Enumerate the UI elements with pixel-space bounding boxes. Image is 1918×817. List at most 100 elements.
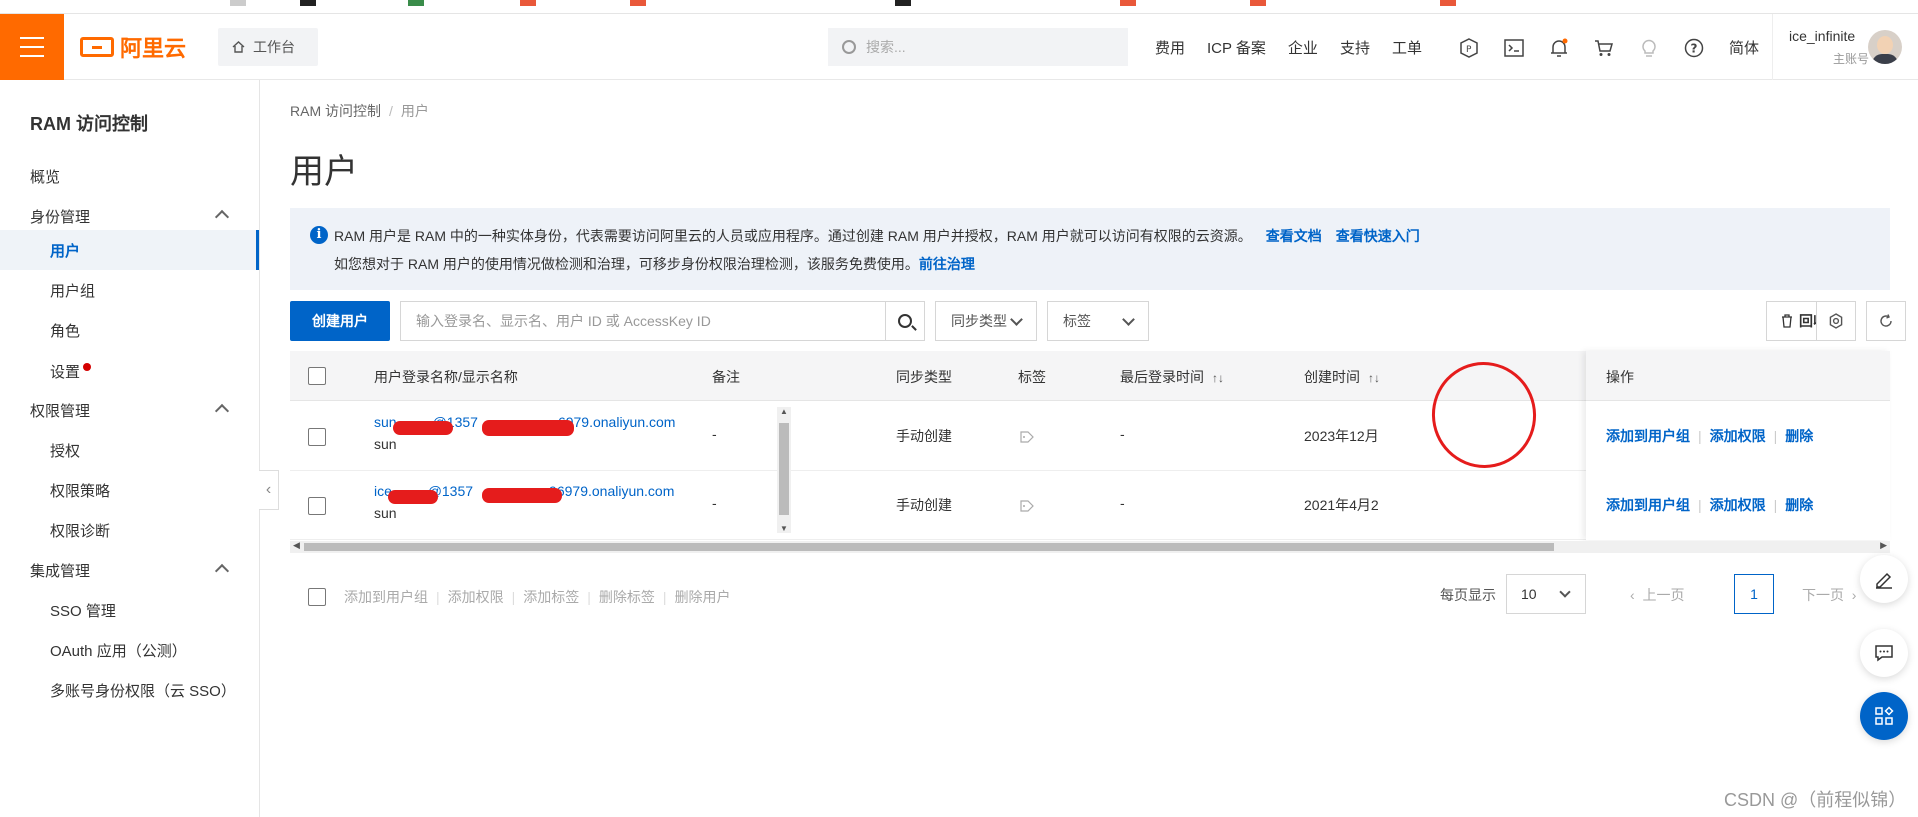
sidebar-item-label: 角色 [50, 322, 81, 340]
nav-link-billing[interactable]: 费用 [1155, 37, 1185, 58]
bulk-delete-users[interactable]: 删除用户 [675, 587, 731, 607]
sidebar-group-integration[interactable]: 集成管理 [0, 552, 259, 588]
apps-icon [1875, 706, 1894, 725]
sync-type-select[interactable]: 同步类型 [935, 301, 1037, 341]
sort-icon[interactable]: ↑↓ [1212, 371, 1224, 385]
sidebar-item-policies[interactable]: 权限策略 [0, 472, 259, 508]
scrollbar-thumb[interactable] [304, 543, 1554, 551]
help-icon[interactable]: ? [1683, 37, 1705, 59]
svg-text:?: ? [1691, 42, 1698, 56]
next-page-button[interactable]: 下一页 › [1802, 585, 1856, 605]
add-permission-link[interactable]: 添加权限 [1710, 428, 1766, 444]
sort-icon[interactable]: ↑↓ [1368, 371, 1380, 385]
add-permission-link[interactable]: 添加权限 [1710, 497, 1766, 513]
sidebar-group-permissions[interactable]: 权限管理 [0, 392, 259, 428]
view-quickstart-link[interactable]: 查看快速入门 [1336, 228, 1420, 244]
page-1-button[interactable]: 1 [1734, 574, 1774, 614]
cart-icon[interactable] [1593, 37, 1615, 59]
user-search-input[interactable]: 输入登录名、显示名、用户 ID 或 AccessKey ID [400, 301, 886, 341]
scroll-left-arrow[interactable]: ◀ [293, 540, 300, 551]
search-icon [842, 40, 856, 54]
column-header-created[interactable]: 创建时间 ↑↓ [1304, 367, 1380, 387]
per-page-select[interactable]: 10 [1506, 574, 1586, 614]
nav-link-icp[interactable]: ICP 备案 [1207, 37, 1266, 58]
terminal-icon[interactable] [1503, 37, 1525, 59]
tag-edit-icon[interactable] [1020, 499, 1034, 515]
sidebar-group-label: 集成管理 [30, 562, 91, 580]
notice-text: RAM 用户是 RAM 中的一种实体身份，代表需要访问阿里云的人员或应用程序。通… [334, 228, 1252, 244]
browser-tab-strip [0, 0, 1918, 14]
nav-link-tickets[interactable]: 工单 [1392, 37, 1422, 58]
menu-toggle-button[interactable] [0, 14, 64, 80]
tag-select-label: 标签 [1063, 313, 1091, 329]
language-switch[interactable]: 简体 [1729, 37, 1759, 58]
main-content: RAM 访问控制 / 用户 用户 i RAM 用户是 RAM 中的一种实体身份，代表… [260, 80, 1918, 817]
row-actions: 添加到用户组 | 添加权限 | 删除 [1606, 426, 1896, 446]
scroll-up-arrow[interactable]: ▲ [780, 407, 788, 416]
bulk-remove-tag[interactable]: 删除标签 [599, 587, 655, 607]
top-nav-links: 费用 ICP 备案 企业 支持 工单 [1155, 14, 1444, 80]
next-page-label: 下一页 [1802, 587, 1844, 603]
delete-user-link[interactable]: 删除 [1785, 428, 1813, 444]
prev-page-button[interactable]: ‹ 上一页 [1630, 585, 1684, 605]
chat-button[interactable] [1860, 629, 1908, 677]
refresh-icon [1880, 314, 1892, 327]
sidebar-group-identity[interactable]: 身份管理 [0, 198, 259, 234]
sidebar-item-sso[interactable]: SSO 管理 [0, 592, 259, 628]
sidebar-item-roles[interactable]: 角色 [0, 312, 259, 348]
sidebar-item-overview[interactable]: 概览 [0, 158, 259, 194]
apps-button[interactable] [1860, 692, 1908, 740]
sidebar-item-user-groups[interactable]: 用户组 [0, 272, 259, 308]
row-actions: 添加到用户组 | 添加权限 | 删除 [1606, 495, 1896, 515]
delete-user-link[interactable]: 删除 [1785, 497, 1813, 513]
scroll-right-arrow[interactable]: ▶ [1880, 540, 1887, 551]
scrollbar-thumb[interactable] [779, 423, 789, 515]
row-checkbox[interactable] [308, 497, 326, 515]
chevron-up-icon [214, 563, 230, 579]
lightbulb-icon[interactable] [1638, 37, 1660, 59]
column-header-sync-type: 同步类型 [896, 369, 952, 385]
workbench-button[interactable]: 工作台 [218, 28, 318, 66]
select-all-checkbox[interactable] [308, 367, 326, 385]
scroll-down-arrow[interactable]: ▼ [780, 524, 788, 533]
row-checkbox[interactable] [308, 428, 326, 446]
sync-type-cell: 手动创建 [896, 428, 952, 444]
column-header-name: 用户登录名称/显示名称 [374, 369, 518, 385]
horizontal-scrollbar[interactable]: ◀ ▶ [290, 540, 1890, 553]
bulk-add-to-group[interactable]: 添加到用户组 [344, 587, 428, 607]
user-account-menu[interactable]: ice_infinite 主账号 [1772, 14, 1918, 80]
bulk-add-permission[interactable]: 添加权限 [448, 587, 504, 607]
column-header-last-login[interactable]: 最后登录时间 ↑↓ [1120, 367, 1224, 387]
sidebar-item-multi-account-sso[interactable]: 多账号身份权限（云 SSO） [0, 672, 259, 708]
refresh-button[interactable] [1866, 301, 1906, 341]
row-scrollbar[interactable]: ▲ ▼ [777, 407, 791, 533]
sidebar-item-grants[interactable]: 授权 [0, 432, 259, 468]
settings-gear-button[interactable] [1816, 301, 1856, 341]
tag-edit-icon[interactable] [1020, 430, 1034, 446]
global-search-input[interactable]: 搜索... [828, 28, 1128, 66]
action-separator: | [1698, 497, 1702, 513]
tag-select[interactable]: 标签 [1047, 301, 1149, 341]
add-to-group-link[interactable]: 添加到用户组 [1606, 497, 1690, 513]
aliyun-logo[interactable]: 阿里云 [80, 34, 186, 61]
bulk-separator: | [436, 589, 440, 605]
gear-icon [1829, 313, 1843, 329]
search-button[interactable] [885, 301, 925, 341]
bulk-add-tag[interactable]: 添加标签 [523, 587, 579, 607]
sidebar-item-label: 用户组 [50, 282, 96, 300]
sidebar-item-diagnosis[interactable]: 权限诊断 [0, 512, 259, 548]
sidebar-item-oauth[interactable]: OAuth 应用（公测） [0, 632, 259, 668]
nav-link-enterprise[interactable]: 企业 [1288, 37, 1318, 58]
breadcrumb-item-ram[interactable]: RAM 访问控制 [290, 103, 381, 119]
view-docs-link[interactable]: 查看文档 [1266, 228, 1322, 244]
sidebar-item-users[interactable]: 用户 [0, 230, 259, 270]
app-icon[interactable]: P [1458, 37, 1480, 59]
add-to-group-link[interactable]: 添加到用户组 [1606, 428, 1690, 444]
sidebar-item-settings[interactable]: 设置 [0, 353, 259, 389]
feedback-edit-button[interactable] [1860, 555, 1908, 603]
govern-link[interactable]: 前往治理 [919, 256, 975, 272]
bulk-select-checkbox[interactable] [308, 588, 326, 606]
nav-link-support[interactable]: 支持 [1340, 37, 1370, 58]
notification-bell-icon[interactable] [1548, 37, 1570, 59]
create-user-button[interactable]: 创建用户 [290, 301, 390, 341]
